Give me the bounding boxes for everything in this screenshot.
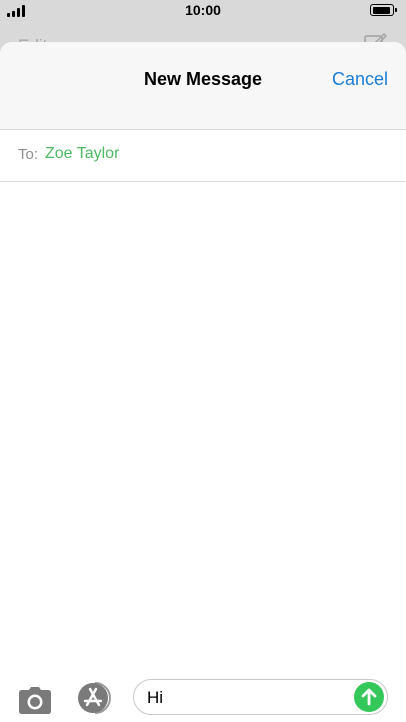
cancel-button[interactable]: Cancel [332,69,388,90]
status-bar: 10:00 [0,0,406,22]
battery-level [372,6,390,14]
recipient-field[interactable]: To: Zoe Taylor [0,130,406,182]
message-input-bar: Hi [0,678,406,722]
new-message-sheet: New Message Cancel To: Zoe Taylor Hi [0,42,406,722]
to-label: To: [18,146,39,163]
send-arrow-icon[interactable] [354,682,384,712]
status-time: 10:00 [185,2,221,18]
message-input[interactable]: Hi [133,679,388,715]
battery-icon [370,4,397,16]
camera-icon[interactable] [18,685,52,715]
sheet-header: New Message Cancel [0,42,406,130]
recipient-chip[interactable]: Zoe Taylor [45,145,119,163]
message-text: Hi [147,688,164,707]
app-store-icon[interactable] [75,681,115,715]
